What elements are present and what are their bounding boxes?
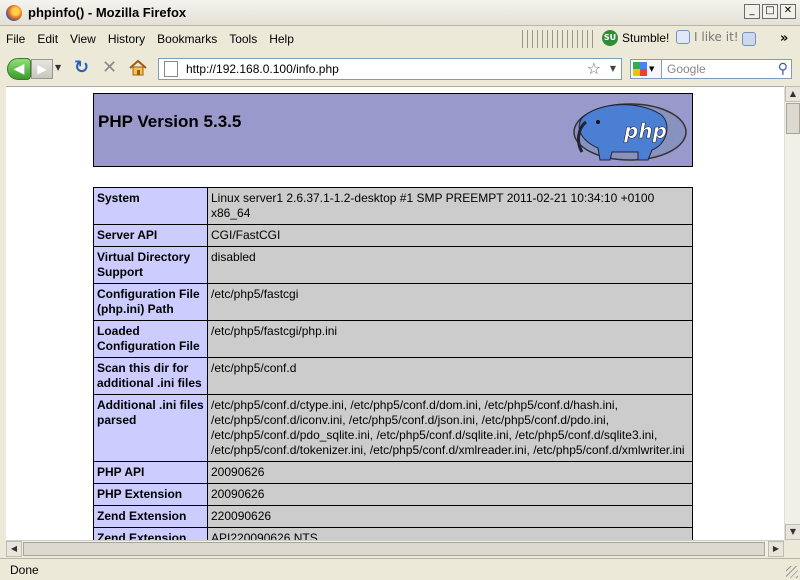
row-value: /etc/php5/fastcgi/php.ini	[207, 320, 693, 358]
row-value: API220090626,NTS	[207, 527, 693, 540]
search-icon[interactable]: ⚲	[778, 61, 788, 77]
row-value: Linux server1 2.6.37.1-1.2-desktop #1 SM…	[207, 187, 693, 225]
google-icon	[633, 62, 647, 76]
stumble-button[interactable]: SU Stumble!	[602, 30, 669, 46]
row-key: Loaded Configuration File	[93, 320, 208, 358]
menu-history[interactable]: History	[102, 32, 151, 46]
table-row: Additional .ini files parsed /etc/php5/c…	[93, 394, 693, 462]
i-like-it-button[interactable]: I like it!	[676, 30, 739, 44]
row-value: 20090626	[207, 461, 693, 484]
table-row: PHP Extension 20090626	[93, 483, 693, 506]
back-button[interactable]: ◀	[7, 58, 31, 80]
menu-bookmarks[interactable]: Bookmarks	[151, 32, 223, 46]
table-row: System Linux server1 2.6.37.1-1.2-deskto…	[93, 187, 693, 225]
window-controls: _ □ ✕	[744, 4, 796, 19]
scroll-right-button[interactable]: ▶	[768, 541, 784, 557]
page-viewport[interactable]: PHP Version 5.3.5 php System Linux serve…	[6, 86, 784, 540]
scroll-down-button[interactable]: ▼	[785, 524, 800, 540]
php-logo-text: php	[623, 119, 667, 143]
row-key: Scan this dir for additional .ini files	[93, 357, 208, 395]
row-key: Configuration File (php.ini) Path	[93, 283, 208, 321]
reload-icon[interactable]: ↻	[74, 59, 92, 77]
row-key: PHP API	[93, 461, 208, 484]
address-bar[interactable]: http://192.168.0.100/info.php ☆ ▼	[158, 58, 622, 80]
row-value: 220090626	[207, 505, 693, 528]
firefox-icon	[6, 4, 22, 21]
table-row: Scan this dir for additional .ini files …	[93, 357, 693, 395]
table-row: Zend Extension 220090626	[93, 505, 693, 528]
table-row: Zend Extension API220090626,NTS	[93, 527, 693, 540]
menu-edit[interactable]: Edit	[31, 32, 64, 46]
title-bar: phpinfo() - Mozilla Firefox _ □ ✕	[0, 0, 800, 26]
row-key: Zend Extension	[93, 505, 208, 528]
row-value: 20090626	[207, 483, 693, 506]
thumbs-up-icon	[676, 30, 690, 44]
i-like-it-label: I like it!	[694, 30, 739, 44]
minimize-button[interactable]: _	[744, 4, 760, 19]
menu-help[interactable]: Help	[263, 32, 300, 46]
table-row: Configuration File (php.ini) Path /etc/p…	[93, 283, 693, 321]
search-engine-dropdown-icon: ▼	[649, 65, 655, 73]
search-engine-selector[interactable]: ▼	[630, 59, 662, 79]
status-bar: Done	[0, 558, 800, 580]
history-dropdown-icon[interactable]: ▼	[55, 63, 61, 72]
scroll-left-button[interactable]: ◀	[6, 541, 22, 557]
window-title: phpinfo() - Mozilla Firefox	[28, 5, 187, 20]
menu-bar: File Edit View History Bookmarks Tools H…	[0, 26, 800, 52]
row-value: /etc/php5/conf.d	[207, 357, 693, 395]
row-key: Virtual Directory Support	[93, 246, 208, 284]
search-placeholder: Google	[667, 62, 706, 76]
stumble-label: Stumble!	[622, 31, 670, 45]
row-value: /etc/php5/conf.d/ctype.ini, /etc/php5/co…	[207, 394, 693, 462]
table-row: PHP API 20090626	[93, 461, 693, 484]
horizontal-scrollbar[interactable]: ◀ ▶	[6, 540, 784, 557]
row-value: CGI/FastCGI	[207, 224, 693, 247]
row-key: Additional .ini files parsed	[93, 394, 208, 462]
row-value: /etc/php5/fastcgi	[207, 283, 693, 321]
menu-view[interactable]: View	[64, 32, 102, 46]
toolbar-overflow-chevron-icon[interactable]: »	[780, 31, 788, 46]
vertical-scroll-thumb[interactable]	[786, 103, 800, 134]
row-key: Server API	[93, 224, 208, 247]
php-elephant-logo-icon: php	[573, 103, 687, 161]
horizontal-scroll-thumb[interactable]	[23, 542, 765, 556]
url-dropdown-icon[interactable]: ▼	[610, 64, 616, 73]
bookmark-star-icon[interactable]: ☆	[587, 59, 601, 79]
php-version-header: PHP Version 5.3.5 php	[93, 93, 693, 167]
row-value: disabled	[207, 246, 693, 284]
navigation-toolbar: ◀ ▶ ▼ ↻ ✕ http://192.168.0.100/info.php …	[0, 52, 800, 86]
vertical-scrollbar[interactable]: ▲ ▼	[784, 86, 800, 540]
stumbleupon-icon: SU	[602, 30, 618, 46]
row-key: Zend Extension	[93, 527, 208, 540]
url-text[interactable]: http://192.168.0.100/info.php	[186, 62, 339, 76]
toolbar-grip[interactable]	[522, 30, 594, 48]
close-button[interactable]: ✕	[780, 4, 796, 19]
table-row: Server API CGI/FastCGI	[93, 224, 693, 247]
page-icon	[164, 61, 178, 77]
maximize-button[interactable]: □	[762, 4, 778, 19]
table-row: Virtual Directory Support disabled	[93, 246, 693, 284]
stop-icon[interactable]: ✕	[102, 59, 120, 77]
menu-file[interactable]: File	[0, 32, 31, 46]
php-info-table: System Linux server1 2.6.37.1-1.2-deskto…	[93, 187, 693, 540]
menu-tools[interactable]: Tools	[223, 32, 263, 46]
page-title: PHP Version 5.3.5	[98, 112, 242, 131]
table-row: Loaded Configuration File /etc/php5/fast…	[93, 320, 693, 358]
forward-button[interactable]: ▶	[31, 59, 53, 79]
status-text: Done	[10, 562, 39, 577]
search-input[interactable]: Google ⚲	[662, 59, 792, 79]
row-key: PHP Extension	[93, 483, 208, 506]
thumbs-down-icon[interactable]	[742, 32, 756, 46]
home-icon[interactable]	[128, 58, 148, 78]
scroll-up-button[interactable]: ▲	[785, 86, 800, 102]
resize-grip-icon[interactable]	[786, 566, 798, 578]
row-key: System	[93, 187, 208, 225]
